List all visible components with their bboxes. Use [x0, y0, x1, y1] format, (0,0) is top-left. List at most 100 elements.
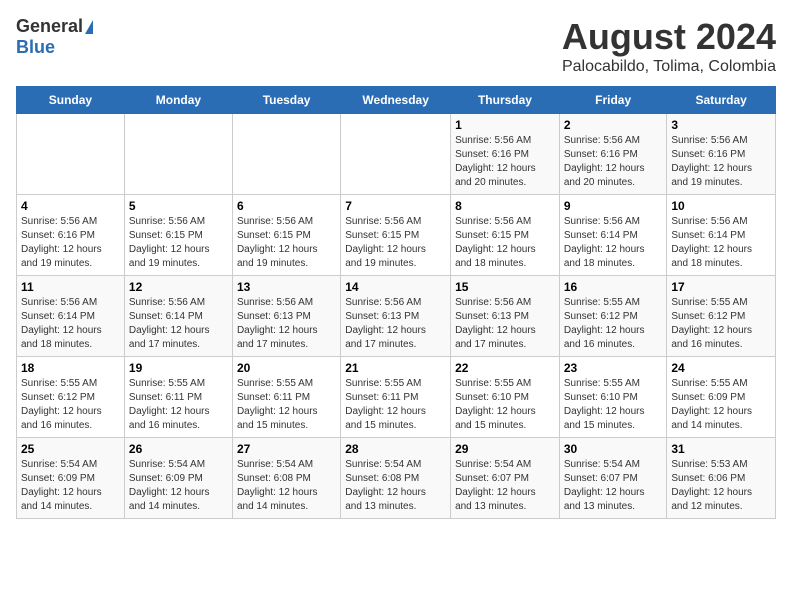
- calendar-cell: 29 Sunrise: 5:54 AM Sunset: 6:07 PM Dayli…: [451, 438, 560, 519]
- day-number: 18: [21, 361, 120, 375]
- calendar-cell: 28Sunrise: 5:54 AM Sunset: 6:08 PM Dayli…: [341, 438, 451, 519]
- day-info: Sunrise: 5:55 AM Sunset: 6:11 PM Dayligh…: [129, 377, 228, 433]
- calendar-cell: 19 Sunrise: 5:55 AM Sunset: 6:11 PM Dayli…: [124, 357, 232, 438]
- day-number: 5: [129, 199, 228, 213]
- day-number: 26: [129, 442, 228, 456]
- day-number: 19: [129, 361, 228, 375]
- calendar-cell: 8 Sunrise: 5:56 AM Sunset: 6:15 PM Daylig…: [451, 195, 560, 276]
- calendar-cell: 2 Sunrise: 5:56 AM Sunset: 6:16 PM Daylig…: [559, 114, 667, 195]
- calendar-cell: 9Sunrise: 5:56 AM Sunset: 6:14 PM Daylig…: [559, 195, 667, 276]
- day-info: Sunrise: 5:56 AM Sunset: 6:15 PM Dayligh…: [237, 215, 336, 271]
- day-info: Sunrise: 5:56 AM Sunset: 6:13 PM Dayligh…: [345, 296, 446, 352]
- day-info: Sunrise: 5:55 AM Sunset: 6:12 PM Dayligh…: [671, 296, 771, 352]
- day-header-tuesday: Tuesday: [232, 87, 340, 114]
- day-number: 1: [455, 118, 555, 132]
- calendar-cell: [17, 114, 125, 195]
- logo: General Blue: [16, 16, 93, 58]
- day-info: Sunrise: 5:56 AM Sunset: 6:14 PM Dayligh…: [129, 296, 228, 352]
- calendar-cell: 31 Sunrise: 5:53 AM Sunset: 6:06 PM Dayli…: [667, 438, 776, 519]
- day-info: Sunrise: 5:54 AM Sunset: 6:07 PM Dayligh…: [564, 458, 663, 514]
- calendar-cell: 5 Sunrise: 5:56 AM Sunset: 6:15 PM Daylig…: [124, 195, 232, 276]
- calendar-cell: 10 Sunrise: 5:56 AM Sunset: 6:14 PM Dayli…: [667, 195, 776, 276]
- day-info: Sunrise: 5:55 AM Sunset: 6:10 PM Dayligh…: [455, 377, 555, 433]
- day-info: Sunrise: 5:54 AM Sunset: 6:07 PM Dayligh…: [455, 458, 555, 514]
- day-number: 20: [237, 361, 336, 375]
- day-number: 31: [671, 442, 771, 456]
- day-number: 4: [21, 199, 120, 213]
- day-info: Sunrise: 5:55 AM Sunset: 6:12 PM Dayligh…: [21, 377, 120, 433]
- day-number: 15: [455, 280, 555, 294]
- day-info: Sunrise: 5:56 AM Sunset: 6:16 PM Dayligh…: [564, 134, 663, 190]
- day-info: Sunrise: 5:56 AM Sunset: 6:16 PM Dayligh…: [455, 134, 555, 190]
- calendar-cell: 21Sunrise: 5:55 AM Sunset: 6:11 PM Dayli…: [341, 357, 451, 438]
- day-header-sunday: Sunday: [17, 87, 125, 114]
- calendar-cell: 27Sunrise: 5:54 AM Sunset: 6:08 PM Dayli…: [232, 438, 340, 519]
- day-number: 29: [455, 442, 555, 456]
- calendar-week-row: 11 Sunrise: 5:56 AM Sunset: 6:14 PM Dayli…: [17, 276, 776, 357]
- day-info: Sunrise: 5:56 AM Sunset: 6:15 PM Dayligh…: [455, 215, 555, 271]
- calendar-cell: 13 Sunrise: 5:56 AM Sunset: 6:13 PM Dayli…: [232, 276, 340, 357]
- day-info: Sunrise: 5:54 AM Sunset: 6:09 PM Dayligh…: [129, 458, 228, 514]
- calendar-cell: [232, 114, 340, 195]
- day-number: 7: [345, 199, 446, 213]
- day-number: 16: [564, 280, 663, 294]
- day-info: Sunrise: 5:53 AM Sunset: 6:06 PM Dayligh…: [671, 458, 771, 514]
- day-number: 24: [671, 361, 771, 375]
- day-number: 22: [455, 361, 555, 375]
- day-number: 11: [21, 280, 120, 294]
- calendar-week-row: 4 Sunrise: 5:56 AM Sunset: 6:16 PM Daylig…: [17, 195, 776, 276]
- day-number: 17: [671, 280, 771, 294]
- day-number: 14: [345, 280, 446, 294]
- calendar-cell: 18 Sunrise: 5:55 AM Sunset: 6:12 PM Dayli…: [17, 357, 125, 438]
- logo-arrow-icon: [85, 20, 93, 34]
- calendar-cell: 25 Sunrise: 5:54 AM Sunset: 6:09 PM Dayli…: [17, 438, 125, 519]
- calendar-table: SundayMondayTuesdayWednesdayThursdayFrid…: [16, 86, 776, 519]
- calendar-cell: 4 Sunrise: 5:56 AM Sunset: 6:16 PM Daylig…: [17, 195, 125, 276]
- calendar-cell: [341, 114, 451, 195]
- calendar-week-row: 1 Sunrise: 5:56 AM Sunset: 6:16 PM Daylig…: [17, 114, 776, 195]
- day-number: 2: [564, 118, 663, 132]
- calendar-header-row: SundayMondayTuesdayWednesdayThursdayFrid…: [17, 87, 776, 114]
- day-info: Sunrise: 5:55 AM Sunset: 6:11 PM Dayligh…: [345, 377, 446, 433]
- calendar-cell: 1 Sunrise: 5:56 AM Sunset: 6:16 PM Daylig…: [451, 114, 560, 195]
- logo-blue-text: Blue: [16, 37, 55, 58]
- day-number: 10: [671, 199, 771, 213]
- calendar-cell: 30 Sunrise: 5:54 AM Sunset: 6:07 PM Dayli…: [559, 438, 667, 519]
- calendar-cell: 14 Sunrise: 5:56 AM Sunset: 6:13 PM Dayli…: [341, 276, 451, 357]
- day-info: Sunrise: 5:56 AM Sunset: 6:16 PM Dayligh…: [21, 215, 120, 271]
- calendar-week-row: 25 Sunrise: 5:54 AM Sunset: 6:09 PM Dayli…: [17, 438, 776, 519]
- day-header-wednesday: Wednesday: [341, 87, 451, 114]
- calendar-week-row: 18 Sunrise: 5:55 AM Sunset: 6:12 PM Dayli…: [17, 357, 776, 438]
- day-info: Sunrise: 5:56 AM Sunset: 6:14 PM Dayligh…: [671, 215, 771, 271]
- day-number: 25: [21, 442, 120, 456]
- day-number: 30: [564, 442, 663, 456]
- day-number: 8: [455, 199, 555, 213]
- day-info: Sunrise: 5:56 AM Sunset: 6:16 PM Dayligh…: [671, 134, 771, 190]
- day-info: Sunrise: 5:56 AM Sunset: 6:15 PM Dayligh…: [129, 215, 228, 271]
- calendar-cell: 11Sunrise: 5:56 AM Sunset: 6:14 PM Dayli…: [17, 276, 125, 357]
- calendar-cell: 23Sunrise: 5:55 AM Sunset: 6:10 PM Dayli…: [559, 357, 667, 438]
- day-info: Sunrise: 5:56 AM Sunset: 6:13 PM Dayligh…: [237, 296, 336, 352]
- title-section: August 2024 Palocabildo, Tolima, Colombi…: [562, 16, 776, 76]
- header: General Blue August 2024 Palocabildo, To…: [16, 16, 776, 76]
- day-number: 3: [671, 118, 771, 132]
- calendar-cell: 22 Sunrise: 5:55 AM Sunset: 6:10 PM Dayli…: [451, 357, 560, 438]
- calendar-cell: 17 Sunrise: 5:55 AM Sunset: 6:12 PM Dayli…: [667, 276, 776, 357]
- day-header-friday: Friday: [559, 87, 667, 114]
- day-number: 12: [129, 280, 228, 294]
- day-info: Sunrise: 5:55 AM Sunset: 6:12 PM Dayligh…: [564, 296, 663, 352]
- calendar-cell: [124, 114, 232, 195]
- calendar-cell: 3 Sunrise: 5:56 AM Sunset: 6:16 PM Daylig…: [667, 114, 776, 195]
- day-info: Sunrise: 5:54 AM Sunset: 6:08 PM Dayligh…: [237, 458, 336, 514]
- day-header-monday: Monday: [124, 87, 232, 114]
- day-number: 23: [564, 361, 663, 375]
- day-number: 13: [237, 280, 336, 294]
- day-info: Sunrise: 5:54 AM Sunset: 6:09 PM Dayligh…: [21, 458, 120, 514]
- calendar-cell: 6Sunrise: 5:56 AM Sunset: 6:15 PM Daylig…: [232, 195, 340, 276]
- day-info: Sunrise: 5:56 AM Sunset: 6:14 PM Dayligh…: [564, 215, 663, 271]
- day-header-thursday: Thursday: [451, 87, 560, 114]
- day-info: Sunrise: 5:55 AM Sunset: 6:09 PM Dayligh…: [671, 377, 771, 433]
- calendar-cell: 26 Sunrise: 5:54 AM Sunset: 6:09 PM Dayli…: [124, 438, 232, 519]
- calendar-cell: 12 Sunrise: 5:56 AM Sunset: 6:14 PM Dayli…: [124, 276, 232, 357]
- main-title: August 2024: [562, 16, 776, 58]
